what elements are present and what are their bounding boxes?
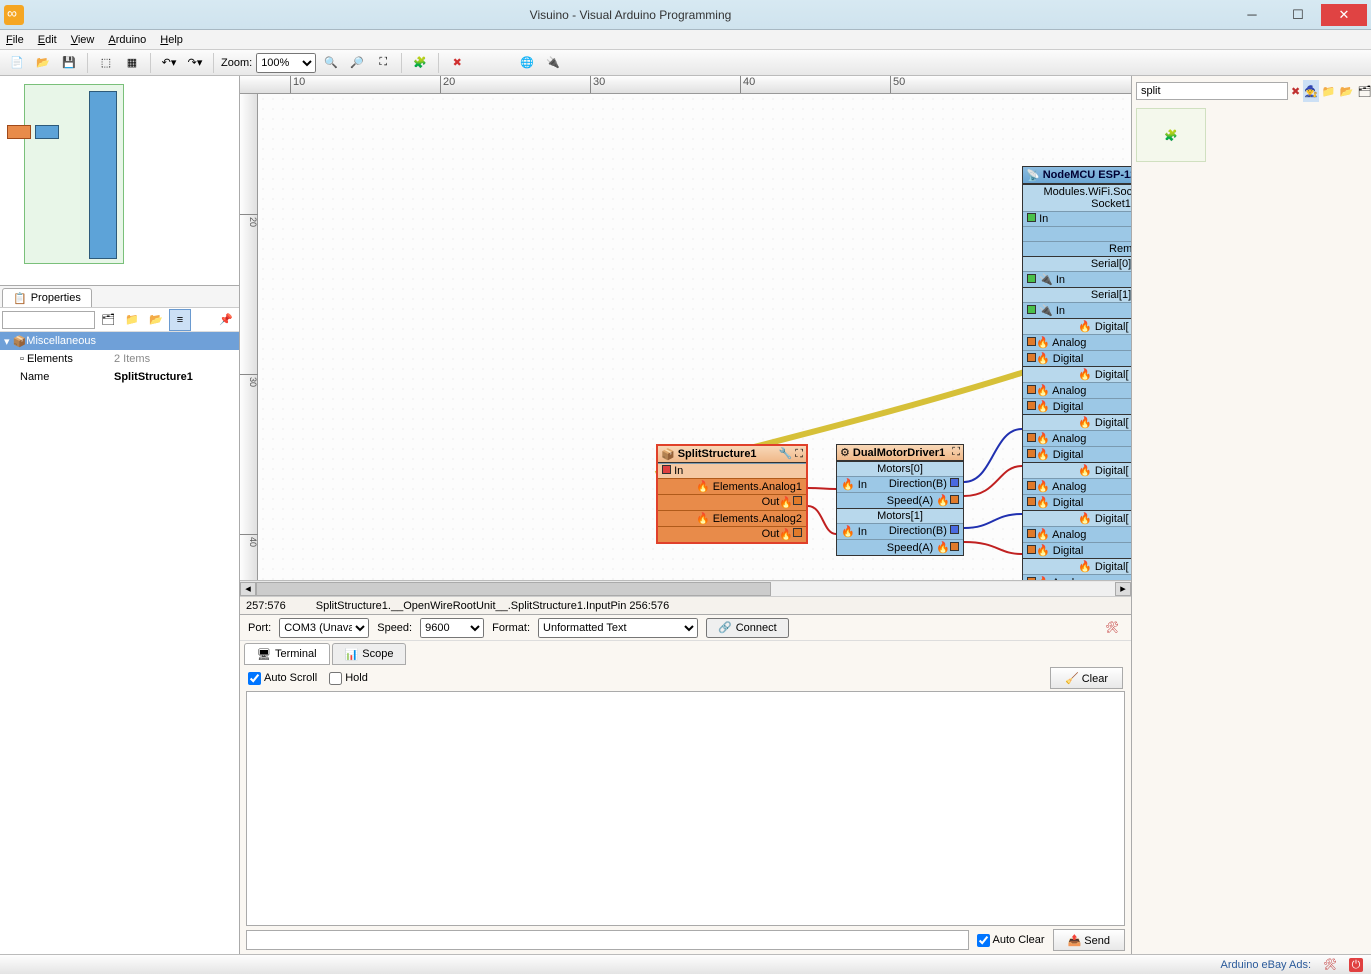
tab-properties[interactable]: 📋 Properties bbox=[2, 288, 92, 307]
node-dualmotordriver[interactable]: ⚙DualMotorDriver1⛶ Motors[0] 🔥 InDirecti… bbox=[836, 444, 964, 556]
minimize-button[interactable]: ─ bbox=[1229, 4, 1275, 26]
zoom-fit-icon[interactable]: ⛶ bbox=[372, 52, 394, 74]
toolbox-icon-2[interactable]: 📂 bbox=[1339, 80, 1355, 102]
grid-button[interactable]: ▦ bbox=[121, 52, 143, 74]
delete-icon[interactable]: ✖ bbox=[446, 52, 468, 74]
toolbox-clear-icon[interactable]: ✖ bbox=[1290, 80, 1301, 102]
preview-panel[interactable] bbox=[0, 76, 239, 286]
zoom-in-icon[interactable]: 🔍 bbox=[320, 52, 342, 74]
prop-elements[interactable]: ▫ Elements 2 Items bbox=[0, 350, 239, 368]
save-button[interactable]: 💾 bbox=[58, 52, 80, 74]
undo-button[interactable]: ↶▾ bbox=[158, 52, 180, 74]
send-input[interactable] bbox=[246, 930, 969, 950]
new-button[interactable]: 📄 bbox=[6, 52, 28, 74]
menu-help[interactable]: Help bbox=[160, 34, 183, 46]
toolbox-icon-3[interactable]: 🗂 bbox=[1356, 80, 1371, 102]
connect-button[interactable]: 🔗 Connect bbox=[706, 618, 789, 638]
port-select[interactable]: COM3 (Unava bbox=[279, 618, 369, 638]
zoom-out-icon[interactable]: 🔎 bbox=[346, 52, 368, 74]
toolbox-item[interactable]: 🧩 bbox=[1136, 108, 1206, 162]
format-select[interactable]: Unformatted Text bbox=[538, 618, 698, 638]
bottom-panel: Port: COM3 (Unava Speed: 9600 Format: Un… bbox=[240, 614, 1131, 954]
speed-select[interactable]: 9600 bbox=[420, 618, 484, 638]
ruler-vertical: 20 30 40 bbox=[240, 94, 258, 580]
properties-toolbar: 🗂 📁 📂 ≡ 📌 bbox=[0, 308, 239, 332]
canvas-hscroll[interactable]: ◂▸ bbox=[240, 580, 1131, 596]
toolbox-icon-1[interactable]: 📁 bbox=[1321, 80, 1337, 102]
tab-terminal[interactable]: 🖥 Terminal bbox=[244, 643, 330, 665]
toolbox-search-input[interactable] bbox=[1136, 82, 1288, 100]
terminal-output[interactable] bbox=[246, 691, 1125, 926]
prop-pin-icon[interactable]: 📌 bbox=[215, 309, 237, 331]
open-button[interactable]: 📂 bbox=[32, 52, 54, 74]
toolbar: 📄 📂 💾 ⬚ ▦ ↶▾ ↷▾ Zoom: 100% 🔍 🔎 ⛶ 🧩 ✖ 🌐 🔌 bbox=[0, 50, 1371, 76]
redo-button[interactable]: ↷▾ bbox=[184, 52, 206, 74]
status-path: SplitStructure1.__OpenWireRootUnit__.Spl… bbox=[316, 600, 669, 612]
status-coord: 257:576 bbox=[246, 600, 286, 612]
tab-scope[interactable]: 📊 Scope bbox=[332, 643, 407, 665]
hold-checkbox[interactable]: Hold bbox=[329, 672, 368, 685]
prop-category: ▾ 📦 Miscellaneous bbox=[0, 332, 239, 350]
upload-icon[interactable]: 🌐 bbox=[516, 52, 538, 74]
menu-file[interactable]: File bbox=[6, 34, 24, 46]
footer-tool-icon[interactable]: 🛠 bbox=[1323, 958, 1337, 971]
speed-label: Speed: bbox=[377, 622, 412, 634]
maximize-button[interactable]: ☐ bbox=[1275, 4, 1321, 26]
layout-button[interactable]: ⬚ bbox=[95, 52, 117, 74]
autoscroll-checkbox[interactable]: Auto Scroll bbox=[248, 672, 317, 685]
board-icon[interactable]: 🔌 bbox=[542, 52, 564, 74]
node-splitstructure[interactable]: 📦SplitStructure1🔧 ⛶ In 🔥 Elements.Analog… bbox=[656, 444, 808, 544]
format-label: Format: bbox=[492, 622, 530, 634]
menu-edit[interactable]: Edit bbox=[38, 34, 57, 46]
canvas[interactable]: 📦SplitStructure1🔧 ⛶ In 🔥 Elements.Analog… bbox=[258, 94, 1131, 580]
send-button[interactable]: 📤 Send bbox=[1053, 929, 1125, 951]
node-nodemcu[interactable]: 📡NodeMCU ESP-12🔧 ⛶ Modules.WiFi.Sockets.… bbox=[1022, 166, 1131, 580]
prop-tool-1[interactable]: 🗂 bbox=[97, 309, 119, 331]
port-label: Port: bbox=[248, 622, 271, 634]
properties-filter-input[interactable] bbox=[2, 311, 95, 329]
status-line: 257:576 SplitStructure1.__OpenWireRootUn… bbox=[240, 596, 1131, 614]
prop-tool-2[interactable]: 📁 bbox=[121, 309, 143, 331]
properties-tree[interactable]: ▾ 📦 Miscellaneous ▫ Elements 2 Items Nam… bbox=[0, 332, 239, 954]
autoclear-checkbox[interactable]: Auto Clear bbox=[977, 934, 1045, 947]
prop-name[interactable]: Name SplitStructure1 bbox=[0, 368, 239, 386]
left-pane: 📋 Properties 🗂 📁 📂 ≡ 📌 ▾ 📦 Miscellaneous… bbox=[0, 76, 240, 954]
serial-tool-icon[interactable]: 🛠 bbox=[1101, 617, 1123, 639]
titlebar: Visuino - Visual Arduino Programming ─ ☐… bbox=[0, 0, 1371, 30]
toolbox-pane: ✖ 🧙 📁 📂 🗂 🛠 🧩 bbox=[1131, 76, 1371, 954]
prop-tool-4[interactable]: ≡ bbox=[169, 309, 191, 331]
menu-view[interactable]: View bbox=[71, 34, 95, 46]
app-icon bbox=[4, 5, 24, 25]
ruler-horizontal: 10 20 30 40 50 bbox=[240, 76, 1131, 94]
tool-icon-1[interactable]: 🧩 bbox=[409, 52, 431, 74]
toolbox-filter-icon[interactable]: 🧙 bbox=[1303, 80, 1319, 102]
window-title: Visuino - Visual Arduino Programming bbox=[32, 8, 1229, 22]
menu-arduino[interactable]: Arduino bbox=[108, 34, 146, 46]
power-icon[interactable]: ⏻ bbox=[1349, 958, 1363, 972]
center-pane: 10 20 30 40 50 20 30 40 bbox=[240, 76, 1131, 954]
footer: Arduino eBay Ads: 🛠 ⏻ bbox=[0, 954, 1371, 974]
close-button[interactable]: ✕ bbox=[1321, 4, 1367, 26]
prop-tool-3[interactable]: 📂 bbox=[145, 309, 167, 331]
menubar: File Edit View Arduino Help bbox=[0, 30, 1371, 50]
footer-ads-label: Arduino eBay Ads: bbox=[1221, 959, 1312, 971]
zoom-label: Zoom: bbox=[221, 57, 252, 69]
clear-button[interactable]: 🧹 Clear bbox=[1050, 667, 1123, 689]
zoom-select[interactable]: 100% bbox=[256, 53, 316, 73]
